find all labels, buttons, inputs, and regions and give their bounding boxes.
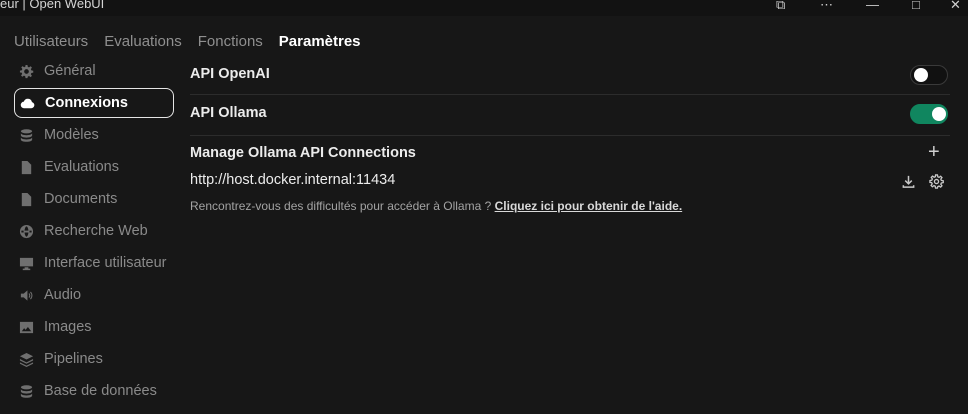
sidebar-item-label: Audio — [44, 287, 82, 303]
sidebar-item-models[interactable]: Modèles — [14, 120, 174, 150]
gear-icon — [18, 63, 34, 79]
window-title: eur | Open WebUI — [0, 0, 105, 11]
speaker-icon — [18, 287, 34, 303]
sidebar-item-general[interactable]: Général — [14, 56, 174, 86]
help-link[interactable]: Cliquez ici pour obtenir de l'aide. — [495, 199, 683, 213]
ollama-api-toggle[interactable] — [910, 104, 948, 124]
sidebar-item-web-search[interactable]: Recherche Web — [14, 216, 174, 246]
tab-users[interactable]: Utilisateurs — [14, 33, 88, 51]
sidebar-item-audio[interactable]: Audio — [14, 280, 174, 310]
database-icon — [18, 127, 34, 143]
sidebar-item-label: Recherche Web — [44, 223, 148, 239]
openai-api-row: API OpenAI — [190, 56, 950, 95]
sidebar-item-label: Evaluations — [44, 159, 119, 175]
sidebar-item-images[interactable]: Images — [14, 312, 174, 342]
sidebar-item-evaluations[interactable]: Evaluations — [14, 152, 174, 182]
ollama-url-field[interactable]: http://host.docker.internal:11434 — [190, 172, 395, 188]
sidebar-item-pipelines[interactable]: Pipelines — [14, 344, 174, 374]
sidebar-item-connections[interactable]: Connexions — [14, 88, 174, 118]
download-icon[interactable] — [901, 174, 916, 194]
gear-icon[interactable] — [929, 174, 944, 194]
window-menu-button[interactable]: ⋯ — [820, 0, 833, 13]
title-bar: eur | Open WebUI ⧉ ⋯ — □ ✕ — [0, 0, 968, 16]
add-connection-button[interactable]: + — [928, 141, 940, 163]
image-icon — [18, 319, 34, 335]
settings-sidebar: Général Connexions Modèles Evaluations D… — [14, 56, 174, 408]
sidebar-item-label: Connexions — [45, 95, 128, 111]
toggle-knob — [932, 107, 946, 121]
help-text-line: Rencontrez-vous des difficultés pour acc… — [190, 199, 682, 213]
sidebar-item-label: Images — [44, 319, 92, 335]
toggle-knob — [914, 68, 928, 82]
sidebar-item-label: Modèles — [44, 127, 99, 143]
sidebar-item-interface[interactable]: Interface utilisateur — [14, 248, 174, 278]
tab-settings[interactable]: Paramètres — [279, 33, 361, 51]
layers-icon — [18, 351, 34, 367]
file-icon — [18, 191, 34, 207]
window-maximize-button[interactable]: □ — [912, 0, 920, 12]
sidebar-item-label: Pipelines — [44, 351, 103, 367]
sidebar-item-label: Général — [44, 63, 96, 79]
window-close-button[interactable]: ✕ — [950, 0, 961, 13]
tab-evaluations[interactable]: Evaluations — [104, 33, 182, 51]
monitor-icon — [18, 255, 34, 271]
window-minimize-button[interactable]: — — [866, 0, 879, 12]
sidebar-item-label: Interface utilisateur — [44, 255, 167, 271]
globe-icon — [18, 223, 34, 239]
manage-ollama-title: Manage Ollama API Connections — [190, 145, 416, 161]
help-text: Rencontrez-vous des difficultés pour acc… — [190, 199, 492, 213]
sidebar-item-database[interactable]: Base de données — [14, 376, 174, 406]
openai-api-toggle[interactable] — [910, 65, 948, 85]
database-icon — [18, 383, 34, 399]
connections-panel: API OpenAI API Ollama — [190, 56, 950, 136]
sidebar-item-label: Documents — [44, 191, 118, 207]
ollama-api-label: API Ollama — [190, 105, 267, 121]
window-tile-button[interactable]: ⧉ — [776, 0, 785, 13]
cloud-icon — [19, 95, 35, 111]
document-icon — [18, 159, 34, 175]
sidebar-item-documents[interactable]: Documents — [14, 184, 174, 214]
openai-api-label: API OpenAI — [190, 66, 270, 82]
ollama-api-row: API Ollama — [190, 95, 950, 136]
sidebar-item-label: Base de données — [44, 383, 157, 399]
tab-functions[interactable]: Fonctions — [198, 33, 263, 51]
admin-tabs: Utilisateurs Evaluations Fonctions Param… — [14, 33, 361, 51]
